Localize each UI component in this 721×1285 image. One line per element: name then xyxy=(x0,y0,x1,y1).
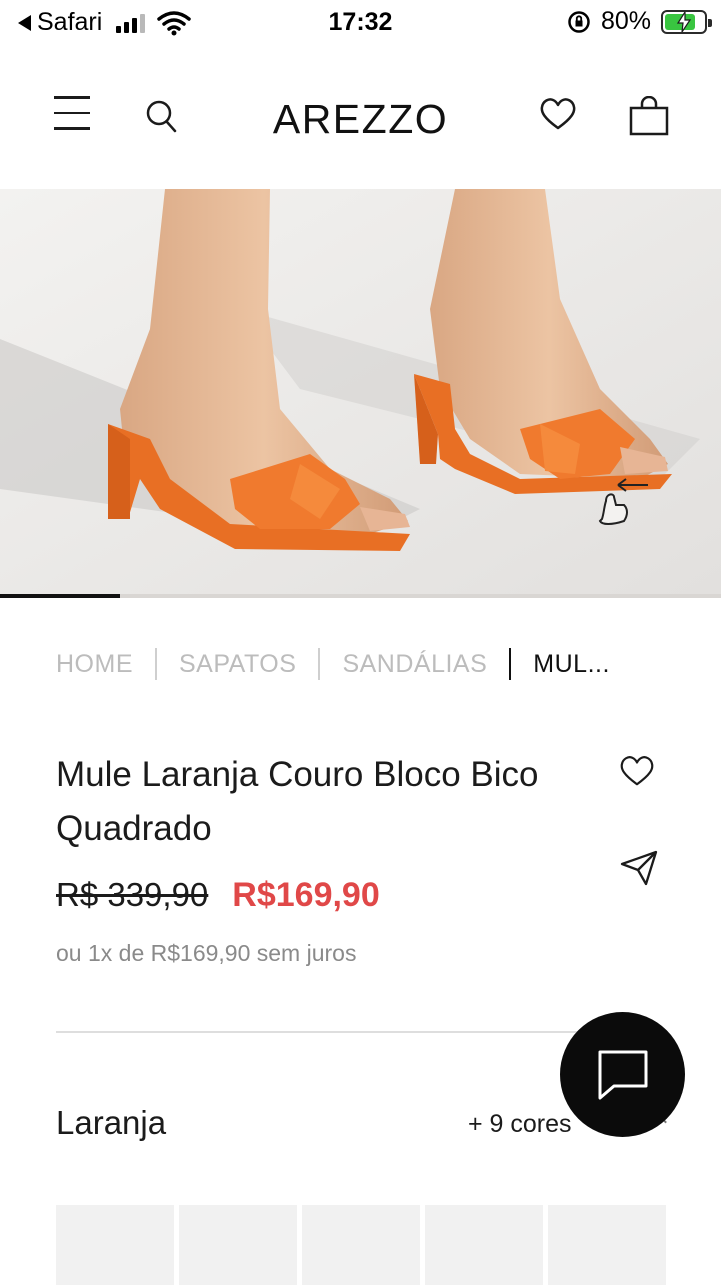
color-swatch[interactable] xyxy=(302,1205,420,1285)
price-row: R$ 339,90 R$169,90 xyxy=(56,876,380,915)
original-price: R$ 339,90 xyxy=(56,876,209,913)
product-photo xyxy=(0,189,721,595)
add-to-favorites-heart-icon[interactable] xyxy=(620,755,654,787)
breadcrumb-separator xyxy=(318,648,321,680)
breadcrumb-sandalias[interactable]: SANDÁLIAS xyxy=(342,650,487,679)
battery-icon xyxy=(661,9,712,34)
charging-bolt-icon xyxy=(676,11,692,32)
product-image[interactable] xyxy=(0,189,721,595)
sale-price: R$169,90 xyxy=(232,876,380,914)
color-swatch[interactable] xyxy=(56,1205,174,1285)
site-header: AREZZO xyxy=(0,58,721,178)
selected-color: Laranja xyxy=(56,1104,167,1141)
color-swatch[interactable] xyxy=(179,1205,297,1285)
breadcrumb-separator xyxy=(509,648,512,680)
battery-percent: 80% xyxy=(600,7,651,35)
share-icon[interactable] xyxy=(620,850,658,886)
breadcrumb-home[interactable]: HOME xyxy=(56,650,133,679)
gallery-progress-bar xyxy=(0,594,721,598)
gallery-progress-fill xyxy=(0,594,121,598)
favorites-heart-icon[interactable] xyxy=(540,98,576,130)
orientation-lock-icon xyxy=(568,10,590,33)
breadcrumb-current: MUL... xyxy=(533,649,610,678)
chat-button[interactable] xyxy=(560,1012,685,1137)
breadcrumb: HOME SAPATOS SANDÁLIAS MUL... xyxy=(56,648,610,680)
breadcrumb-sapatos[interactable]: SAPATOS xyxy=(179,650,296,679)
color-swatch[interactable] xyxy=(548,1205,666,1285)
status-bar: Safari 17:32 80% xyxy=(0,0,721,48)
chat-icon xyxy=(598,1050,647,1099)
color-swatch[interactable] xyxy=(425,1205,543,1285)
breadcrumb-separator xyxy=(155,648,157,680)
more-colors-link[interactable]: + 9 cores xyxy=(468,1110,572,1139)
brand-logo[interactable]: AREZZO xyxy=(0,96,721,143)
installment-info: ou 1x de R$169,90 sem juros xyxy=(56,940,357,966)
color-swatches xyxy=(56,1205,666,1285)
product-title: Mule Laranja Couro Bloco Bico Quadrado xyxy=(56,755,539,848)
shopping-bag-icon[interactable] xyxy=(628,96,670,136)
